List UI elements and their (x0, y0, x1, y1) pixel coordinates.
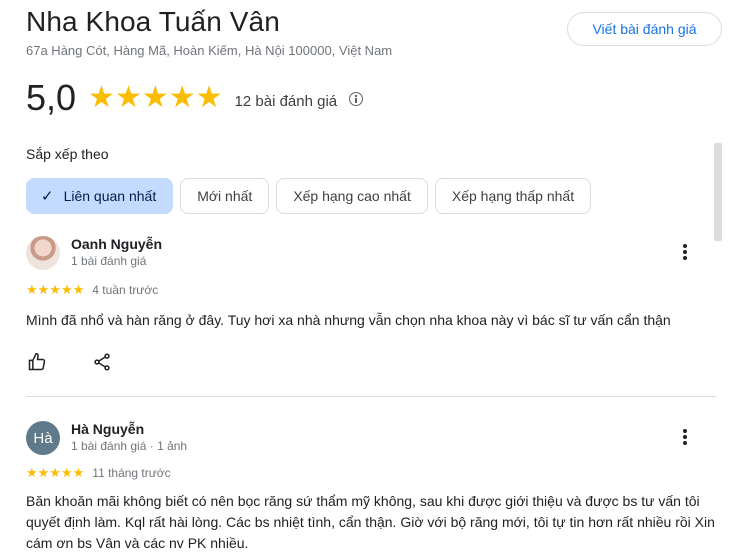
review-date: 11 tháng trước (92, 466, 171, 480)
review-actions (26, 352, 112, 372)
review-divider (26, 396, 716, 397)
place-address: 67a Hàng Cót, Hàng Mã, Hoàn Kiếm, Hà Nội… (26, 43, 393, 58)
share-icon[interactable] (92, 352, 112, 372)
review-rating: ★★★★★ 11 tháng trước (26, 465, 171, 481)
more-vert-icon[interactable] (677, 244, 693, 264)
review-text: Băn khoăn mãi không biết có nên bọc răng… (26, 493, 715, 551)
review-item: Hà Hà Nguyễn 1 bài đánh giá · 1 ảnh ★★★★… (26, 421, 716, 560)
check-icon: ✓ (41, 188, 54, 205)
sort-chip-newest[interactable]: Mới nhất (180, 178, 270, 214)
sort-chip-highest[interactable]: Xếp hạng cao nhất (276, 178, 428, 214)
more-vert-icon[interactable] (677, 429, 693, 449)
place-title: Nha Khoa Tuấn Vân (26, 6, 280, 37)
review-text: Mình đã nhổ và hàn răng ở đây. Tuy hơi x… (26, 312, 671, 328)
sort-chip-lowest[interactable]: Xếp hạng thấp nhất (434, 178, 592, 214)
review-count: 12 bài đánh giá (234, 92, 338, 110)
chip-label: Liên quan nhất (63, 188, 157, 204)
review-stars: ★★★★★ (26, 282, 85, 297)
chip-label: Mới nhất (197, 188, 253, 204)
avatar[interactable]: Hà (26, 421, 60, 455)
review-stars: ★★★★★ (26, 465, 85, 480)
thumbs-up-icon[interactable] (26, 352, 48, 372)
info-icon[interactable] (349, 92, 364, 106)
chip-label: Xếp hạng thấp nhất (451, 188, 575, 204)
reviewer-name[interactable]: Oanh Nguyễn (71, 236, 162, 252)
rating-value: 5,0 (26, 77, 77, 118)
avatar[interactable] (26, 236, 60, 270)
reviewer-name[interactable]: Hà Nguyễn (71, 421, 144, 437)
review-item: Oanh Nguyễn 1 bài đánh giá ★★★★★ 4 tuần … (26, 236, 716, 386)
review-rating: ★★★★★ 4 tuần trước (26, 282, 158, 298)
sort-label: Sắp xếp theo (26, 146, 109, 162)
reviewer-meta: 1 bài đánh giá (71, 254, 147, 268)
review-date: 4 tuần trước (92, 283, 159, 297)
sort-chips: ✓ Liên quan nhất Mới nhất Xếp hạng cao n… (26, 178, 592, 214)
rating-summary: 5,0 ★★★★★ 12 bài đánh giá (26, 77, 364, 118)
rating-stars: ★★★★★ (88, 81, 223, 114)
reviewer-meta: 1 bài đánh giá · 1 ảnh (71, 439, 188, 453)
write-review-button[interactable]: Viết bài đánh giá (567, 12, 722, 46)
sort-chip-relevant[interactable]: ✓ Liên quan nhất (26, 178, 174, 214)
scrollbar-thumb[interactable] (714, 143, 722, 241)
chip-label: Xếp hạng cao nhất (293, 188, 411, 204)
